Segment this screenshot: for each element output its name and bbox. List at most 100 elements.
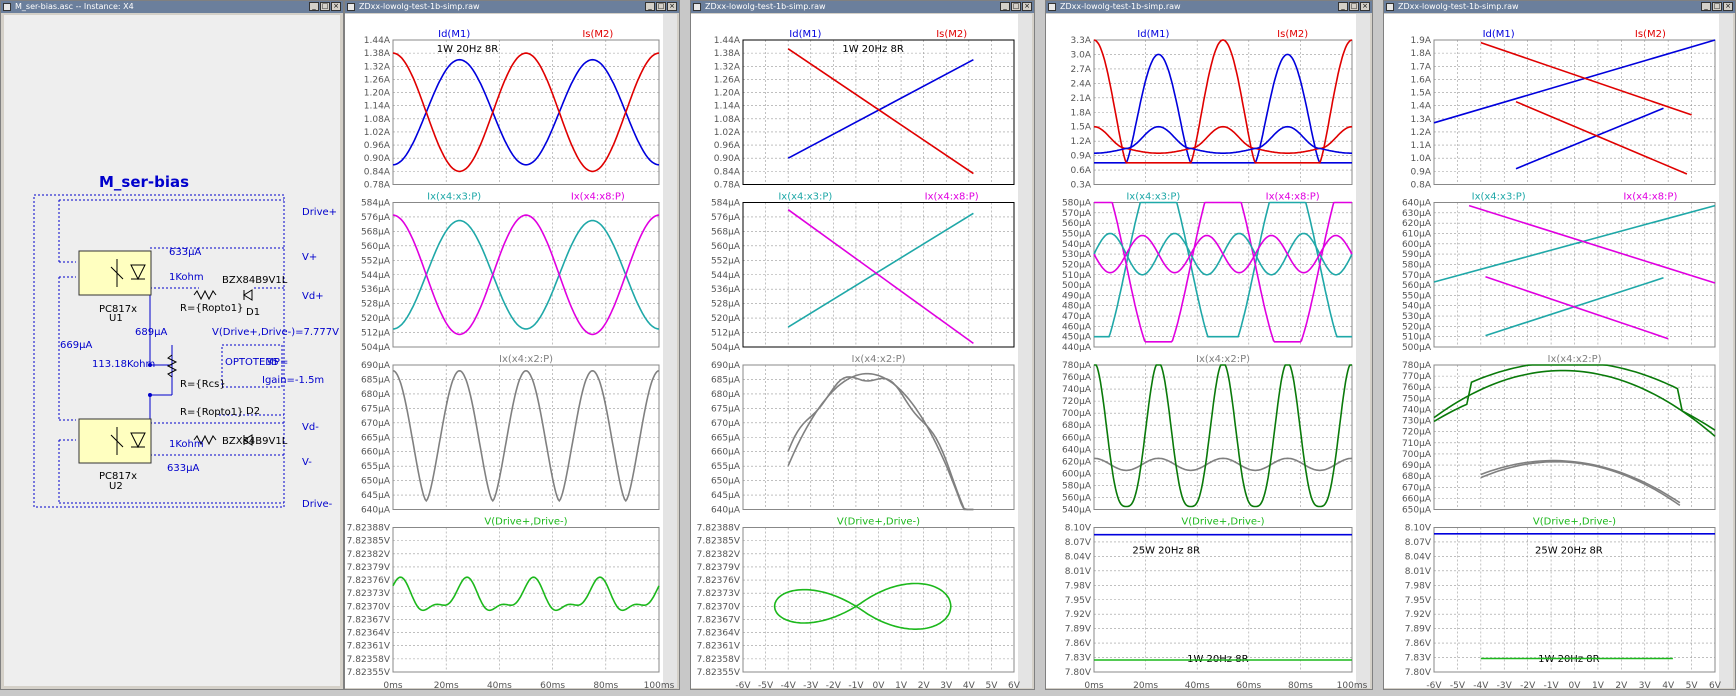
label-optotemp-label: OPTOTEMP= bbox=[225, 357, 288, 368]
plot-pane-1[interactable]: 3.3A 3.0A 2.7A 2.4A 2.1A 1.8A 1.5A 1.2A 0.9A 0.6A… bbox=[1071, 29, 1353, 191]
plot-pane-1[interactable]: 1.44A 1.38A 1.32A 1.26A 1.20A 1.14A 1.08A 1.02A… bbox=[364, 29, 660, 191]
maximize-button[interactable]: □ bbox=[320, 2, 330, 11]
pane-divider-strip[interactable] bbox=[1356, 14, 1370, 688]
close-button[interactable]: × bbox=[1360, 2, 1370, 11]
trace-red[interactable] bbox=[1093, 39, 1353, 164]
pane-divider-strip[interactable] bbox=[663, 14, 677, 688]
trace-label: Ix(x4:x8:P) bbox=[1266, 192, 1320, 203]
trace-red[interactable] bbox=[1480, 41, 1692, 116]
trace-label: V(Drive+,Drive-) bbox=[1181, 517, 1264, 528]
trace-red[interactable] bbox=[392, 52, 660, 173]
trace-gray[interactable] bbox=[1093, 457, 1353, 472]
trace-label: V(Drive+,Drive-) bbox=[484, 517, 567, 528]
x-tick-label: 0V bbox=[1569, 681, 1582, 688]
y-tick-label: 7.82370V bbox=[697, 602, 741, 612]
plot-pane-3[interactable]: 780µA770µA760µA750µA740µA 730µA720µA710µA… bbox=[1402, 354, 1716, 516]
maximize-button[interactable]: □ bbox=[1011, 2, 1021, 11]
trace-blue[interactable] bbox=[787, 58, 974, 159]
close-button[interactable]: × bbox=[1723, 2, 1733, 11]
plot-pane-3[interactable]: 690µA 685µA 680µA 675µA 670µA 665µA 660µA 655µA… bbox=[711, 354, 1015, 516]
y-tick-label: 650µA bbox=[711, 477, 741, 487]
trace-magenta[interactable] bbox=[1468, 204, 1716, 284]
y-tick-label: 7.82358V bbox=[697, 655, 741, 665]
plot-pane-3[interactable]: 690µA 685µA 680µA 675µA 670µA 665µA 660µA 655µA… bbox=[361, 354, 660, 516]
y-tick-label: 655µA bbox=[361, 462, 391, 472]
y-tick-label: 0.96A bbox=[364, 141, 391, 151]
trace-cyan[interactable] bbox=[1094, 201, 1352, 338]
plot-pane-3[interactable]: 780µA 760µA 740µA 720µA 700µA 680µA 660µA 640µA… bbox=[1062, 354, 1353, 516]
close-button[interactable]: × bbox=[667, 2, 677, 11]
schematic-window[interactable]: M_ser-bias.asc -- Instance: X4 _ □ × M_ser… bbox=[0, 0, 344, 690]
y-tick-label: 1.32A bbox=[714, 62, 741, 72]
u2-optocoupler[interactable] bbox=[78, 418, 152, 464]
waveform-window-1[interactable]: ZDxx-lowolg-test-1b-simp.raw _ □ × 1.44A 1.38… bbox=[344, 0, 680, 690]
y-tick-label: 660µA bbox=[1062, 433, 1092, 443]
waveform-titlebar[interactable]: ZDxx-lowolg-test-1b-simp.raw _ □ × bbox=[1046, 1, 1372, 13]
trace-gray[interactable] bbox=[787, 376, 974, 511]
y-tick-label: 0.84A bbox=[714, 167, 741, 177]
plot-pane-2[interactable]: 584µA 576µA 568µA 560µA 552µA 544µA 536µA 528µA… bbox=[711, 192, 1015, 354]
plot-pane-2[interactable]: 640µA630µA620µA610µA600µA590µA580µA570µA… bbox=[1402, 192, 1716, 354]
plot-pane-4[interactable]: 7.82388V 7.82385V 7.82382V 7.82379V 7.82376V… bbox=[347, 517, 660, 679]
maximize-button[interactable]: □ bbox=[1712, 2, 1722, 11]
minimize-button[interactable]: _ bbox=[1338, 2, 1348, 11]
plot-pane-1[interactable]: 1.44A 1.38A 1.32A 1.26A 1.20A 1.14A 1.08A 1.02A… bbox=[714, 29, 1015, 191]
annotation-text: 1W 20Hz 8R bbox=[842, 44, 903, 55]
y-tick-label: 1.14A bbox=[714, 102, 741, 112]
y-tick-label: 645µA bbox=[361, 491, 391, 501]
minimize-button[interactable]: _ bbox=[1701, 2, 1711, 11]
waveform-plot-area[interactable]: 1.9A 1.8A 1.7A 1.6A 1.5A 1.4A 1.3A 1.2A 1.1A 1.0A… bbox=[1384, 14, 1733, 688]
x-tick-label: 40ms bbox=[487, 681, 512, 688]
label-r2-val: 1Kohm bbox=[169, 439, 204, 450]
plot-pane-4[interactable]: 8.10V 8.07V 8.04V 8.01V 7.98V 7.95V 7.92V 7.89V… bbox=[1065, 517, 1353, 679]
trace-label: Ix(x4:x3:P) bbox=[1126, 192, 1180, 203]
x-tick-label: -4V bbox=[781, 681, 797, 688]
waveform-titlebar[interactable]: ZDxx-lowolg-test-1b-simp.raw _ □ × bbox=[691, 1, 1034, 13]
waveform-plot-area[interactable]: 3.3A 3.0A 2.7A 2.4A 2.1A 1.8A 1.5A 1.2A 0.9A 0.6A… bbox=[1046, 14, 1370, 688]
trace-green[interactable] bbox=[392, 576, 660, 612]
maximize-button[interactable]: □ bbox=[656, 2, 666, 11]
schematic-canvas[interactable]: M_ser-bias Drive+ V+ Vd+ Vd- V- Drive- PC817x U1… bbox=[4, 15, 340, 686]
plot-pane-4[interactable]: 8.10V 8.07V 8.04V 8.01V 7.98V 7.95V 7.92V 7.89V… bbox=[1405, 517, 1716, 679]
y-tick-label: 7.95V bbox=[1065, 596, 1092, 606]
trace-red[interactable] bbox=[787, 48, 974, 175]
trace-red[interactable] bbox=[1515, 100, 1688, 175]
waveform-window-3[interactable]: ZDxx-lowolg-test-1b-simp.raw _ □ × 3.3A 3.0A 2… bbox=[1045, 0, 1373, 690]
trace-blue[interactable] bbox=[1515, 107, 1664, 170]
waveform-window-2[interactable]: ZDxx-lowolg-test-1b-simp.raw _ □ × 1.44A 1.38… bbox=[690, 0, 1035, 690]
label-r1-val: 1Kohm bbox=[169, 272, 204, 283]
waveform-window-4[interactable]: ZDxx-lowolg-test-1b-simp.raw _ □ × 1.9A 1.8A 1… bbox=[1383, 0, 1736, 690]
waveform-plot-area[interactable]: 1.44A 1.38A 1.32A 1.26A 1.20A 1.14A 1.08A 1.02A… bbox=[691, 14, 1032, 688]
maximize-button[interactable]: □ bbox=[1349, 2, 1359, 11]
waveform-plot-area[interactable]: 1.44A 1.38A 1.32A 1.26A 1.20A 1.14A 1.08A 1.02A… bbox=[345, 14, 677, 688]
pane-divider-strip[interactable] bbox=[1719, 14, 1733, 688]
trace-blue[interactable] bbox=[392, 58, 660, 166]
y-tick-label: 1.44A bbox=[714, 36, 741, 46]
close-button[interactable]: × bbox=[331, 2, 341, 11]
minimize-button[interactable]: _ bbox=[1000, 2, 1010, 11]
window-title: ZDxx-lowolg-test-1b-simp.raw bbox=[359, 2, 480, 11]
u1-optocoupler[interactable] bbox=[78, 250, 152, 296]
annotation-text: 25W 20Hz 8R bbox=[1132, 546, 1200, 557]
plot-pane-2[interactable]: 580µA570µA560µA550µA540µA530µA520µA510µA… bbox=[1062, 192, 1353, 354]
x-tick-label: 60ms bbox=[540, 681, 565, 688]
y-tick-label: 655µA bbox=[711, 462, 741, 472]
plot-pane-2[interactable]: 584µA 576µA 568µA 560µA 552µA 544µA 536µA 528µA… bbox=[361, 192, 660, 354]
trace-gray[interactable] bbox=[392, 369, 660, 503]
trace-gray[interactable] bbox=[1480, 460, 1681, 507]
schematic-titlebar[interactable]: M_ser-bias.asc -- Instance: X4 _ □ × bbox=[1, 1, 343, 13]
label-drive-minus: Drive- bbox=[302, 499, 333, 510]
zener-diode-1[interactable] bbox=[243, 289, 253, 301]
y-tick-label: 0.78A bbox=[364, 181, 391, 191]
waveform-titlebar[interactable]: ZDxx-lowolg-test-1b-simp.raw _ □ × bbox=[345, 1, 679, 13]
y-tick-label: 536µA bbox=[361, 285, 391, 295]
minimize-button[interactable]: _ bbox=[645, 2, 655, 11]
close-button[interactable]: × bbox=[1022, 2, 1032, 11]
waveform-titlebar[interactable]: ZDxx-lowolg-test-1b-simp.raw _ □ × bbox=[1384, 1, 1735, 13]
plot-pane-4[interactable]: 7.82388V 7.82385V 7.82382V 7.82379V 7.82376V… bbox=[697, 517, 1015, 679]
label-igain: Igain=-1.5m bbox=[262, 375, 324, 386]
minimize-button[interactable]: _ bbox=[309, 2, 319, 11]
trace-magenta[interactable] bbox=[1485, 276, 1669, 340]
plot-pane-1[interactable]: 1.9A 1.8A 1.7A 1.6A 1.5A 1.4A 1.3A 1.2A 1.1A 1.0A… bbox=[1411, 29, 1716, 191]
pane-divider-strip[interactable] bbox=[1018, 14, 1032, 688]
